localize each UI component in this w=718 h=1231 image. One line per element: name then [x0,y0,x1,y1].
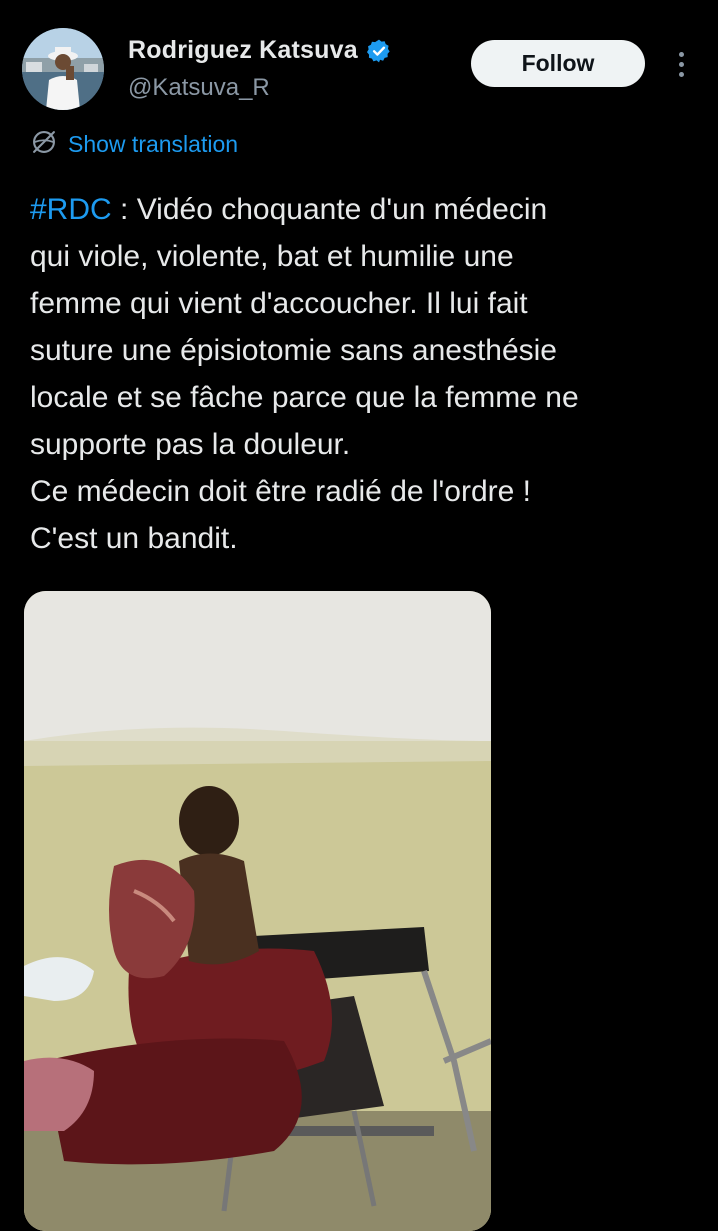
show-translation-link[interactable]: Show translation [30,128,238,161]
tweet-text: #RDC : Vidéo choquante d'un médecin qui … [30,186,700,562]
video-thumbnail[interactable] [24,591,491,1231]
tweet-header: Rodriguez Katsuva @Katsuva_R Follow [0,0,718,120]
verified-badge-icon[interactable] [366,38,392,64]
more-dot [678,61,684,67]
follow-button[interactable]: Follow [471,40,645,87]
hashtag-link[interactable]: #RDC [30,193,112,226]
more-dot [678,71,684,77]
user-handle[interactable]: @Katsuva_R [128,74,270,102]
user-name-row: Rodriguez Katsuva [128,36,392,65]
show-translation-label[interactable]: Show translation [68,131,238,158]
avatar[interactable] [22,28,104,110]
tweet-body: : Vidéo choquante d'un médecin qui viole… [30,193,579,555]
user-name[interactable]: Rodriguez Katsuva [128,36,358,65]
more-options-icon[interactable] [666,44,696,84]
globe-icon [30,128,58,161]
more-dot [678,51,684,57]
video-frame [24,591,491,1231]
